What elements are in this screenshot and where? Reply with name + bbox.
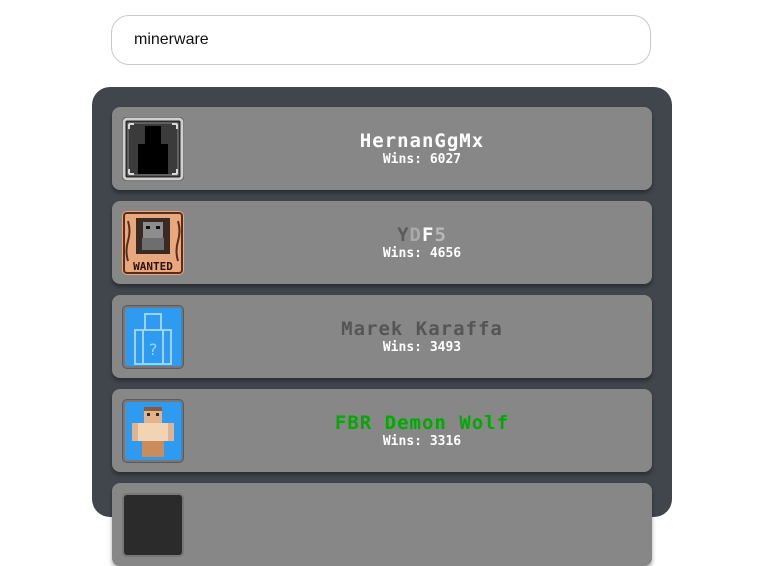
player-skin-icon (122, 399, 184, 463)
player-row[interactable]: ? Marek Karaffa Wins: 3493 (112, 295, 652, 378)
search-input[interactable] (132, 30, 650, 50)
player-name: YDF5 (397, 223, 447, 246)
player-name: Marek Karaffa (341, 317, 503, 340)
player-name: FBR Demon Wolf (334, 411, 510, 434)
player-row[interactable]: HernanGgMx Wins: 6027 (112, 107, 652, 190)
player-wins: Wins: 6027 (382, 151, 462, 167)
player-name: HernanGgMx (359, 129, 485, 152)
player-wins: Wins: 4656 (382, 245, 462, 261)
leaderboard-panel: HernanGgMx Wins: 6027 WANTED YDF5 Wins: … (92, 87, 672, 566)
player-row[interactable]: FBR Demon Wolf Wins: 3316 (112, 389, 652, 472)
question-mark: ? (148, 340, 158, 359)
wanted-text: WANTED (133, 260, 173, 273)
player-row[interactable]: WANTED YDF5 Wins: 4656 (112, 201, 652, 284)
player-wins: Wins: 3493 (382, 339, 462, 355)
search-bar[interactable] (111, 15, 651, 65)
player-wins: Wins: 3316 (382, 433, 462, 449)
player-row[interactable] (112, 483, 652, 566)
mystery-figure-icon: ? (122, 305, 184, 369)
avatar-icon (122, 493, 184, 557)
wanted-poster-icon: WANTED (122, 211, 184, 275)
dark-frame-icon (122, 117, 184, 181)
